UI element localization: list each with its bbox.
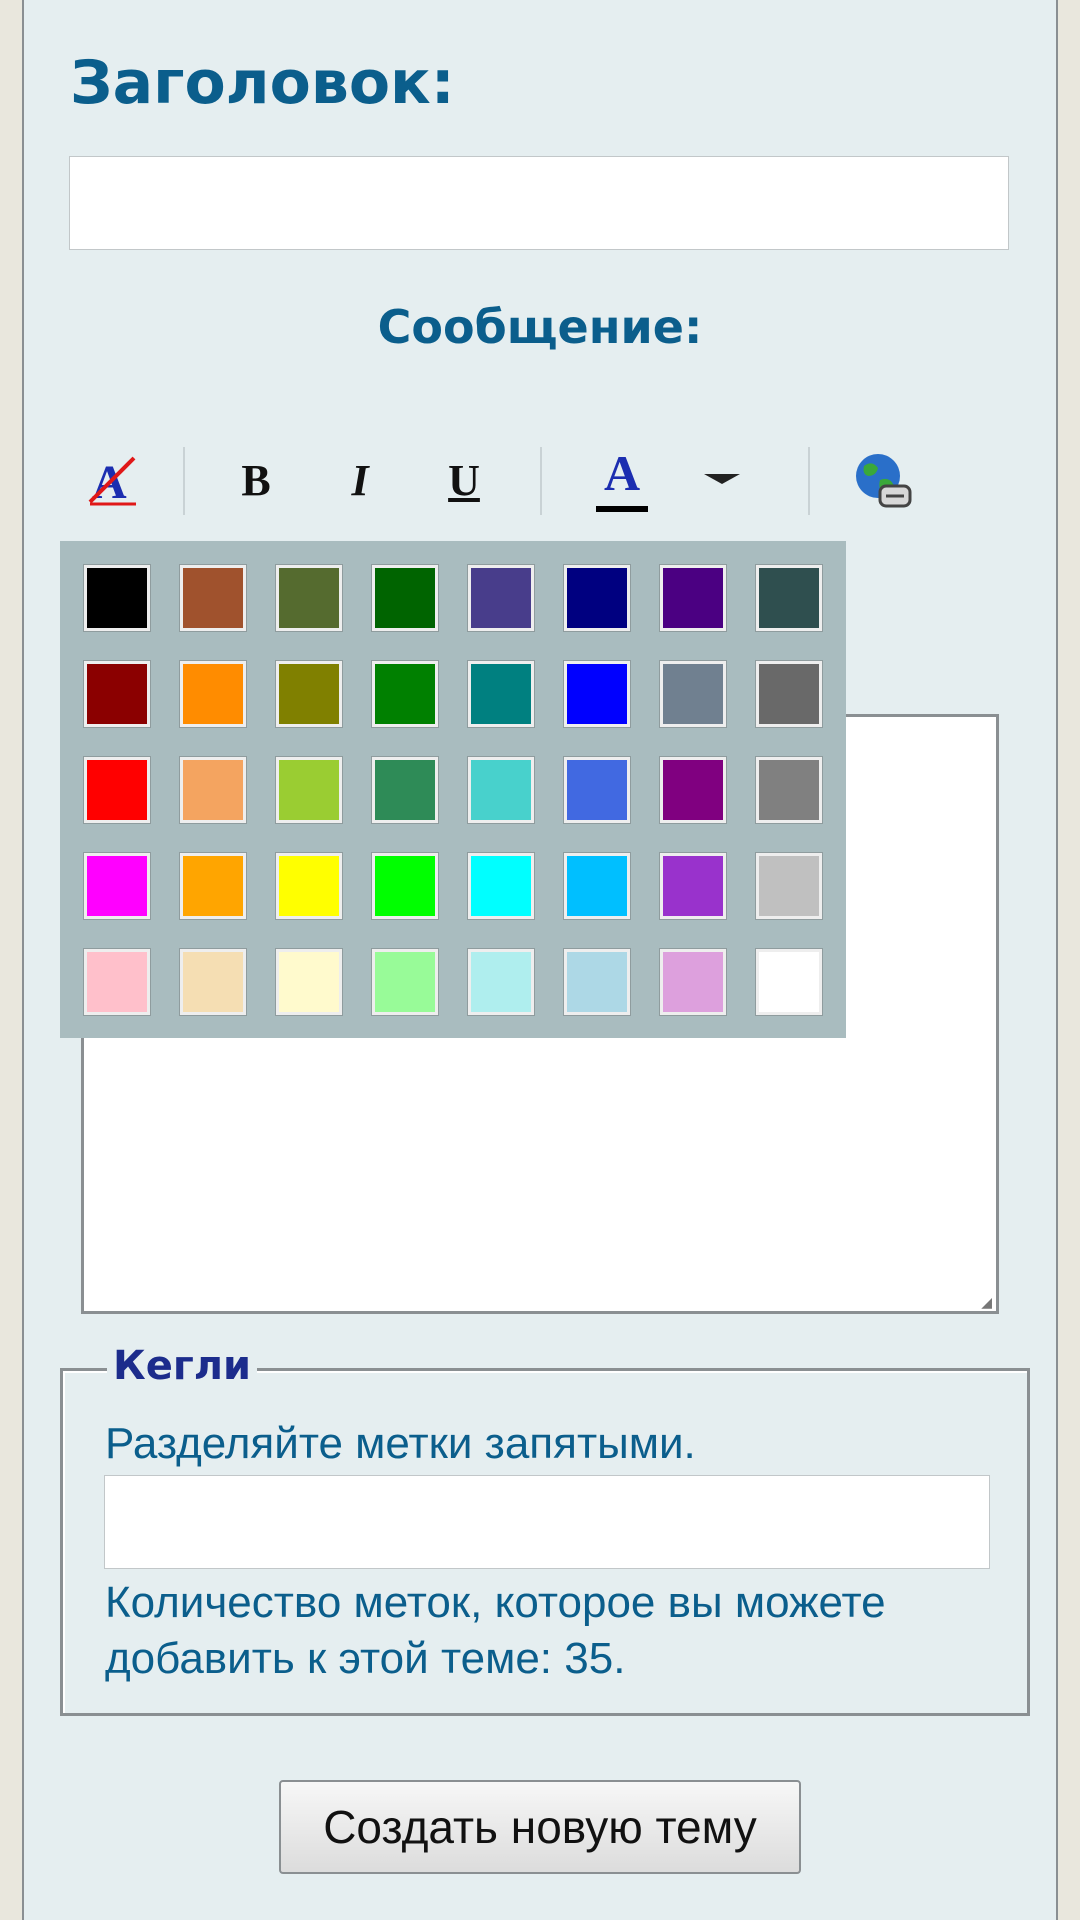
globe-link-icon	[856, 454, 912, 508]
color-swatch[interactable]	[563, 564, 631, 632]
toolbar-separator	[540, 447, 542, 515]
font-color-button[interactable]: A	[590, 448, 654, 512]
color-swatch[interactable]	[275, 564, 343, 632]
underline-button[interactable]: U	[432, 448, 496, 512]
color-swatch[interactable]	[467, 948, 535, 1016]
color-swatch[interactable]	[179, 852, 247, 920]
color-swatch[interactable]	[275, 948, 343, 1016]
remove-format-button[interactable]: A	[80, 448, 144, 512]
color-swatch[interactable]	[83, 756, 151, 824]
resize-grip-icon[interactable]: ◢	[981, 1295, 992, 1309]
color-swatch[interactable]	[83, 948, 151, 1016]
title-input[interactable]	[69, 156, 1009, 250]
color-swatch[interactable]	[179, 660, 247, 728]
font-color-icon: A	[603, 445, 641, 501]
color-swatch[interactable]	[563, 852, 631, 920]
color-swatch[interactable]	[467, 852, 535, 920]
toolbar-separator	[183, 447, 185, 515]
remove-format-icon: A	[88, 456, 136, 508]
font-color-indicator	[596, 506, 648, 512]
bold-icon: B	[241, 455, 271, 505]
color-swatch[interactable]	[755, 564, 823, 632]
create-topic-button[interactable]: Создать новую тему	[279, 1780, 801, 1874]
color-swatch[interactable]	[467, 564, 535, 632]
color-swatch[interactable]	[371, 660, 439, 728]
color-swatch[interactable]	[755, 756, 823, 824]
color-swatch[interactable]	[83, 852, 151, 920]
color-palette	[60, 541, 846, 1038]
color-swatch[interactable]	[275, 852, 343, 920]
font-color-dropdown-button[interactable]	[690, 448, 754, 512]
color-swatch[interactable]	[371, 564, 439, 632]
insert-link-button[interactable]	[850, 448, 914, 512]
tags-input[interactable]	[104, 1475, 990, 1569]
color-swatch[interactable]	[179, 948, 247, 1016]
toolbar-separator	[808, 447, 810, 515]
tags-count-text: Количество меток, которое вы можете доба…	[105, 1578, 886, 1683]
color-swatch[interactable]	[563, 948, 631, 1016]
color-swatch[interactable]	[563, 756, 631, 824]
color-swatch[interactable]	[755, 948, 823, 1016]
tags-legend: Кегли	[107, 1343, 258, 1389]
color-swatch[interactable]	[83, 660, 151, 728]
color-swatch[interactable]	[563, 660, 631, 728]
color-swatch[interactable]	[467, 660, 535, 728]
color-swatch[interactable]	[179, 564, 247, 632]
color-swatch[interactable]	[83, 564, 151, 632]
tags-hint: Разделяйте метки запятыми.	[105, 1419, 696, 1468]
color-swatch[interactable]	[659, 948, 727, 1016]
color-swatch[interactable]	[275, 660, 343, 728]
color-swatch[interactable]	[371, 756, 439, 824]
color-swatch[interactable]	[275, 756, 343, 824]
underline-icon: U	[448, 455, 480, 505]
color-swatch[interactable]	[467, 756, 535, 824]
tags-fieldset: Кегли Разделяйте метки запятыми. Количес…	[60, 1343, 1030, 1716]
color-swatch[interactable]	[659, 660, 727, 728]
title-label: Заголовок:	[70, 48, 455, 118]
italic-icon: I	[351, 455, 369, 505]
message-label: Сообщение:	[377, 300, 703, 354]
color-swatch[interactable]	[659, 852, 727, 920]
caret-down-icon	[704, 474, 740, 484]
color-swatch[interactable]	[371, 852, 439, 920]
color-swatch[interactable]	[755, 660, 823, 728]
color-swatch[interactable]	[179, 756, 247, 824]
color-swatch[interactable]	[659, 564, 727, 632]
italic-button[interactable]: I	[328, 448, 392, 512]
color-swatch[interactable]	[371, 948, 439, 1016]
bold-button[interactable]: B	[224, 448, 288, 512]
color-swatch[interactable]	[659, 756, 727, 824]
color-swatch[interactable]	[755, 852, 823, 920]
